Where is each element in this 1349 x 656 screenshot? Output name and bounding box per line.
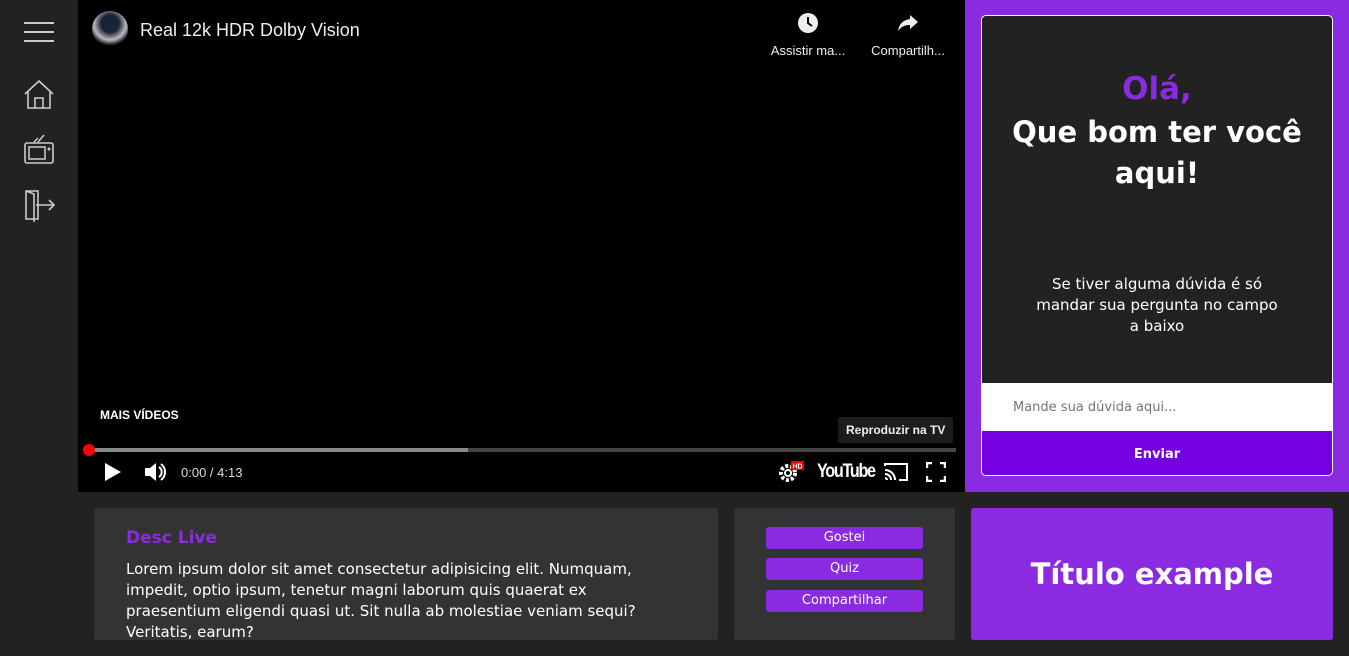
share-video-button[interactable]: Compartilh...: [863, 12, 953, 58]
tv-icon[interactable]: [22, 133, 56, 167]
buffered-bar: [85, 448, 469, 452]
scrubber-handle[interactable]: [83, 444, 95, 456]
play-on-tv-tooltip: Reproduzir na TV: [838, 417, 954, 443]
play-icon[interactable]: [104, 462, 122, 482]
home-icon[interactable]: [22, 78, 56, 112]
time-display: 0:00 / 4:13: [181, 465, 243, 480]
settings-icon[interactable]: HD: [778, 461, 806, 483]
watch-later-button[interactable]: Assistir ma...: [763, 12, 853, 58]
chat-panel: Olá, Que bom ter você aqui! Se tiver alg…: [965, 0, 1349, 492]
cast-icon[interactable]: [883, 462, 909, 482]
menu-icon[interactable]: [22, 15, 56, 49]
more-videos-label[interactable]: MAIS VÍDEOS: [100, 408, 179, 422]
hd-badge: HD: [792, 464, 802, 471]
description-title: Desc Live: [126, 528, 218, 548]
description-card: Desc Live Lorem ipsum dolor sit amet con…: [94, 508, 718, 641]
video-title[interactable]: Real 12k HDR Dolby Vision: [140, 20, 360, 41]
video-player[interactable]: Real 12k HDR Dolby Vision Assistir ma...…: [78, 0, 965, 492]
send-button[interactable]: Enviar: [982, 431, 1332, 475]
progress-bar[interactable]: [83, 444, 956, 456]
share-icon: [898, 15, 918, 31]
sidebar: [0, 0, 78, 656]
watch-later-label: Assistir ma...: [770, 43, 846, 58]
headline: Que bom ter você aqui!: [1012, 115, 1302, 190]
question-input[interactable]: [982, 383, 1332, 431]
share-button[interactable]: Compartilhar: [766, 590, 923, 612]
description-body: Lorem ipsum dolor sit amet consectetur a…: [126, 560, 636, 641]
greeting: Olá,: [1122, 71, 1192, 107]
title-card: Título example: [971, 508, 1333, 640]
volume-icon[interactable]: [144, 461, 166, 483]
logout-icon[interactable]: [22, 188, 56, 222]
like-button[interactable]: Gostei: [766, 527, 923, 549]
channel-avatar[interactable]: [92, 11, 128, 47]
chat-card: Olá, Que bom ter você aqui! Se tiver alg…: [981, 15, 1333, 476]
clock-icon: [798, 13, 818, 33]
youtube-logo[interactable]: YouTube: [817, 461, 876, 483]
fullscreen-icon[interactable]: [926, 462, 946, 482]
chat-info: Se tiver alguma dúvida é só mandar sua p…: [1036, 275, 1278, 335]
actions-card: Gostei Quiz Compartilhar: [734, 508, 955, 640]
quiz-button[interactable]: Quiz: [766, 558, 923, 580]
share-label: Compartilh...: [871, 43, 945, 58]
